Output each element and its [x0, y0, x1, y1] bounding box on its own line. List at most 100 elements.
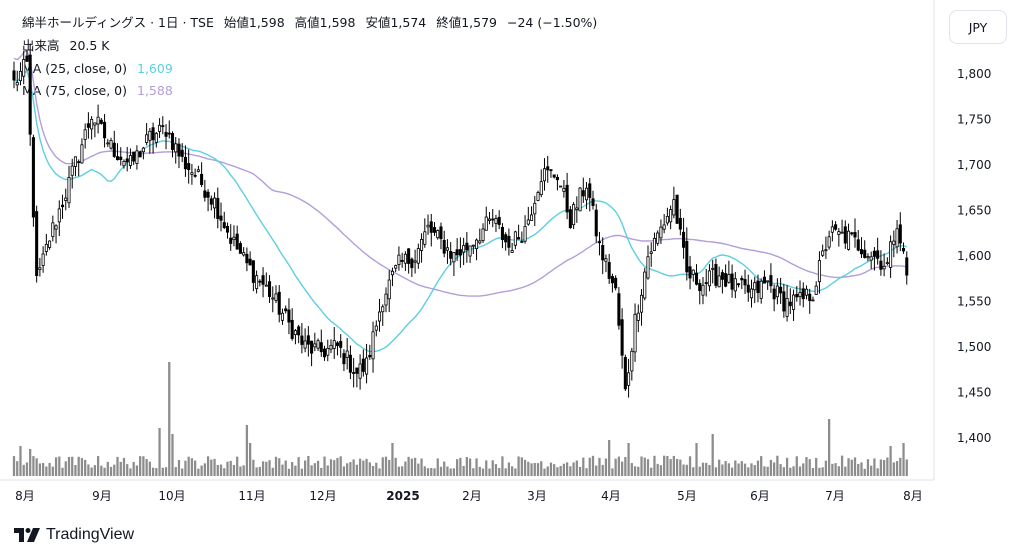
candle-body [128, 155, 132, 166]
volume-bar [323, 456, 326, 476]
volume-bar [407, 456, 410, 476]
volume-bar [663, 455, 666, 476]
x-tick-label: 7月 [825, 489, 845, 503]
candle-body [77, 161, 81, 164]
candle-body [99, 119, 103, 124]
volume-bar [197, 468, 200, 476]
volume-bar [213, 458, 216, 476]
candle-body [458, 249, 462, 256]
volume-bar [701, 462, 705, 476]
candle-body [817, 260, 821, 283]
volume-bar [582, 457, 585, 476]
candle-body [420, 239, 424, 251]
volume-bar [158, 428, 161, 476]
tradingview-logo[interactable]: TradingView [14, 526, 134, 544]
volume-bar [478, 466, 481, 476]
volume-bar [688, 456, 692, 476]
ma25-line [13, 69, 908, 353]
volume-bar [25, 462, 29, 476]
volume-bar [281, 464, 284, 476]
candle-body [704, 282, 708, 284]
volume-bar [818, 467, 821, 476]
volume-bar [737, 463, 740, 476]
volume-bar [863, 468, 866, 476]
candle-body [597, 241, 602, 244]
volume-bar [595, 465, 598, 476]
volume-bar [491, 460, 494, 476]
candle-body [141, 147, 145, 153]
candle-body [316, 340, 320, 349]
volume-bar [669, 459, 672, 476]
candle-body [229, 237, 233, 244]
candle-body [132, 151, 136, 162]
candle-body [879, 260, 883, 270]
volume-bar [278, 458, 281, 476]
candle-body [830, 226, 834, 233]
candle-body [442, 239, 446, 254]
volume-bar [870, 465, 873, 476]
candle-body [222, 222, 226, 229]
candle-body [28, 54, 32, 135]
volume-bar [837, 466, 840, 476]
candle-body [64, 197, 68, 201]
volume-bar [585, 468, 588, 476]
candle-body [339, 340, 343, 348]
candle-body [403, 253, 407, 264]
candle-body [633, 313, 637, 353]
volume-bar [410, 458, 413, 476]
volume-bar [789, 467, 792, 476]
candle-body [119, 156, 123, 160]
volume-bar [19, 446, 22, 476]
candle-body [727, 274, 731, 283]
candle-body [54, 225, 58, 230]
candle-body [827, 236, 831, 248]
candle-body [559, 185, 563, 188]
volume-bar [229, 460, 232, 476]
candle-body [520, 240, 524, 243]
candle-body [847, 230, 851, 250]
candle-body [452, 252, 456, 263]
volume-bar [637, 466, 640, 476]
y-tick-label: 1,750 [957, 113, 991, 127]
candle-body [394, 265, 398, 269]
candle-body [649, 251, 653, 254]
candle-body [665, 215, 669, 224]
candle-body [772, 288, 776, 300]
volume-bar [743, 463, 747, 476]
candle-body [280, 312, 285, 321]
volume-bar [12, 456, 16, 476]
candle-body [724, 273, 728, 287]
volume-bar [507, 462, 511, 476]
volume-bar [575, 460, 578, 476]
candle-body [824, 249, 828, 252]
volume-bar [598, 457, 601, 476]
candle-body [187, 163, 191, 171]
volume-bar [252, 459, 255, 476]
y-tick-label: 1,550 [957, 295, 991, 309]
candle-body [287, 309, 291, 323]
volume-bar [718, 459, 721, 476]
candle-body [779, 286, 783, 294]
volume-bar [591, 455, 595, 476]
x-tick-label: 4月 [601, 489, 621, 503]
candle-body [297, 326, 301, 336]
candle-body [203, 190, 207, 198]
volume-bar [35, 458, 38, 476]
volume-bar [223, 468, 226, 476]
price-chart[interactable]: 1,800 1,750 1,700 1,650 1,600 1,550 1,500 1,450… [0, 0, 1024, 558]
volume-bar [135, 465, 139, 476]
volume-bar [672, 455, 676, 476]
volume-bar [892, 462, 895, 476]
candle-body [345, 350, 349, 358]
volume-bar [527, 461, 530, 476]
candle-body [407, 248, 411, 264]
candle-body [352, 372, 356, 374]
volume-bar [216, 464, 219, 476]
candle-body [821, 250, 825, 256]
volume-bar [61, 467, 64, 476]
candle-body [682, 231, 686, 248]
candle-body [355, 367, 359, 374]
candle-body [232, 236, 236, 241]
volume-bar [656, 463, 659, 476]
volume-bar [181, 468, 184, 476]
